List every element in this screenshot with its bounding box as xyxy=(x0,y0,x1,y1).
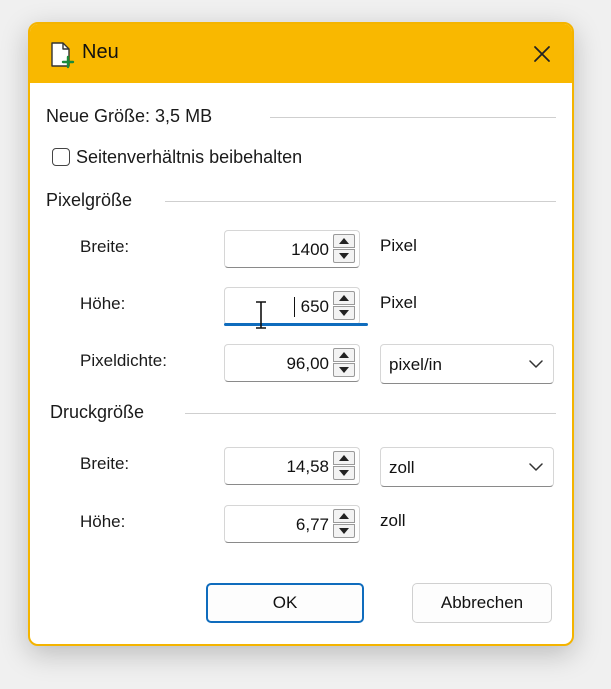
arrow-up-icon xyxy=(339,352,349,358)
chevron-down-icon xyxy=(529,360,543,368)
cancel-button[interactable]: Abbrechen xyxy=(412,583,552,623)
pixel-width-decrease-button[interactable] xyxy=(333,249,355,263)
pixel-density-unit-value: pixel/in xyxy=(389,355,442,374)
arrow-up-icon xyxy=(339,455,349,461)
pixel-width-spinner xyxy=(333,234,355,264)
print-unit-select[interactable]: zoll xyxy=(380,447,554,487)
print-size-heading: Druckgröße xyxy=(50,402,145,422)
print-unit-value: zoll xyxy=(389,458,415,477)
arrow-up-icon xyxy=(339,238,349,244)
new-size-label: Neue Größe: 3,5 MB xyxy=(46,106,213,126)
pixel-height-increase-button[interactable] xyxy=(333,291,355,305)
print-height-label: Höhe: xyxy=(80,512,126,531)
new-size-divider xyxy=(270,117,556,118)
print-width-label: Breite: xyxy=(80,454,130,473)
pixel-width-increase-button[interactable] xyxy=(333,234,355,248)
pixel-height-unit: Pixel xyxy=(380,293,417,312)
arrow-down-icon xyxy=(339,253,349,259)
pixel-density-unit-select[interactable]: pixel/in xyxy=(380,344,554,384)
arrow-down-icon xyxy=(339,470,349,476)
close-button[interactable] xyxy=(522,34,562,74)
chevron-down-icon xyxy=(529,463,543,471)
pixel-density-increase-button[interactable] xyxy=(333,348,355,362)
print-height-spinner xyxy=(333,509,355,539)
close-icon xyxy=(534,46,550,62)
pixel-density-value: 96,00 xyxy=(286,354,329,373)
pixel-width-value: 1400 xyxy=(291,240,329,259)
arrow-up-icon xyxy=(339,513,349,519)
keep-ratio-label[interactable]: Seitenverhältnis beibehalten xyxy=(76,147,302,168)
text-cursor-icon xyxy=(256,301,266,329)
focus-underline xyxy=(224,323,368,326)
title-bar[interactable]: Neu xyxy=(30,24,572,83)
pixel-width-unit: Pixel xyxy=(380,236,417,255)
pixel-height-decrease-button[interactable] xyxy=(333,306,355,320)
print-width-decrease-button[interactable] xyxy=(333,466,355,480)
pixel-height-value: 650 xyxy=(300,297,329,316)
text-caret xyxy=(294,297,295,317)
pixel-density-label: Pixeldichte: xyxy=(80,351,167,370)
print-width-increase-button[interactable] xyxy=(333,451,355,465)
ok-button[interactable]: OK xyxy=(206,583,364,623)
print-height-increase-button[interactable] xyxy=(333,509,355,523)
print-height-unit: zoll xyxy=(380,511,406,530)
pixel-density-spinner xyxy=(333,348,355,378)
new-document-icon xyxy=(51,42,75,69)
pixel-width-label: Breite: xyxy=(80,237,130,256)
new-image-dialog: Neu Neue Größe: 3,5 MB Seitenverhältnis … xyxy=(28,22,574,646)
dialog-title: Neu xyxy=(82,41,119,63)
pixel-width-input[interactable]: 1400 xyxy=(224,230,360,268)
pixel-height-spinner xyxy=(333,291,355,321)
print-width-value: 14,58 xyxy=(286,457,329,476)
print-width-input[interactable]: 14,58 xyxy=(224,447,360,485)
pixel-density-input[interactable]: 96,00 xyxy=(224,344,360,382)
pixel-height-label: Höhe: xyxy=(80,294,126,313)
print-size-divider xyxy=(185,413,556,414)
arrow-down-icon xyxy=(339,528,349,534)
pixel-height-input[interactable]: 650 xyxy=(224,287,360,325)
pixel-density-decrease-button[interactable] xyxy=(333,363,355,377)
print-height-input[interactable]: 6,77 xyxy=(224,505,360,543)
arrow-down-icon xyxy=(339,310,349,316)
print-height-decrease-button[interactable] xyxy=(333,524,355,538)
pixel-size-heading: Pixelgröße xyxy=(46,190,133,210)
print-width-spinner xyxy=(333,451,355,481)
arrow-up-icon xyxy=(339,295,349,301)
keep-ratio-checkbox[interactable] xyxy=(52,148,70,166)
arrow-down-icon xyxy=(339,367,349,373)
pixel-size-divider xyxy=(165,201,556,202)
print-height-value: 6,77 xyxy=(295,515,329,534)
